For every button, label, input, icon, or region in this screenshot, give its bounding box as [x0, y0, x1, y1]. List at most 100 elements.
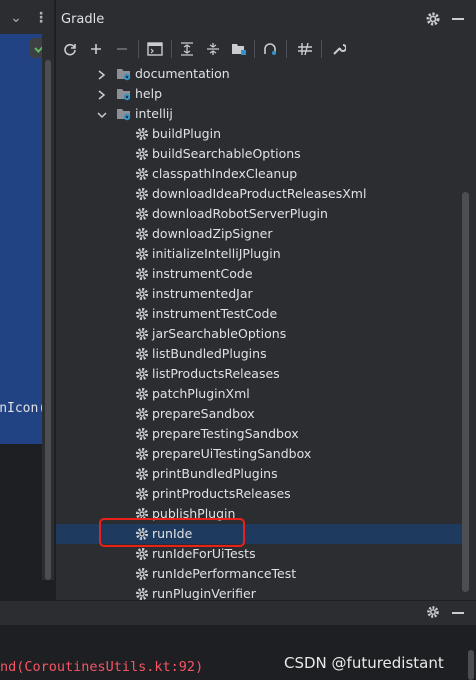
- tree-task-listProductsReleases[interactable]: listProductsReleases: [56, 364, 462, 384]
- gear-icon: [134, 126, 150, 142]
- tree-task-downloadZipSigner[interactable]: downloadZipSigner: [56, 224, 462, 244]
- tree-task-label: buildPlugin: [152, 126, 222, 141]
- tree-task-label: runPluginVerifier: [152, 586, 256, 600]
- tree-task-label: jarSearchableOptions: [152, 326, 287, 341]
- gear-icon: [134, 266, 150, 282]
- gear-icon: [134, 486, 150, 502]
- tree-task-prepareSandbox[interactable]: prepareSandbox: [56, 404, 462, 424]
- tree-task-buildSearchableOptions[interactable]: buildSearchableOptions: [56, 144, 462, 164]
- tree-task-label: downloadZipSigner: [152, 226, 273, 241]
- gear-icon: [134, 466, 150, 482]
- gear-icon: [134, 246, 150, 262]
- analyze-dependencies-icon[interactable]: [259, 38, 281, 60]
- tree-group-label: documentation: [135, 66, 230, 81]
- tree-task-printBundledPlugins[interactable]: printBundledPlugins: [56, 464, 462, 484]
- tree-task-buildPlugin[interactable]: buildPlugin: [56, 124, 462, 144]
- add-icon[interactable]: [85, 38, 107, 60]
- tree-task-printProductsReleases[interactable]: printProductsReleases: [56, 484, 462, 504]
- tree-task-label: prepareUiTestingSandbox: [152, 446, 312, 461]
- tree-task-label: instrumentCode: [152, 266, 253, 281]
- tree-task-classpathIndexCleanup[interactable]: classpathIndexCleanup: [56, 164, 462, 184]
- gear-icon: [134, 426, 150, 442]
- gear-icon: [134, 406, 150, 422]
- tree-group-intellij[interactable]: intellij: [56, 104, 462, 124]
- more-options-icon[interactable]: ⋮: [34, 8, 48, 28]
- gear-icon: [134, 286, 150, 302]
- tree-task-label: prepareTestingSandbox: [152, 426, 299, 441]
- group-modules-icon[interactable]: [228, 38, 250, 60]
- tree-task-downloadIdeaProductReleasesXml[interactable]: downloadIdeaProductReleasesXml: [56, 184, 462, 204]
- gear-icon[interactable]: [424, 10, 442, 28]
- gear-icon: [134, 566, 150, 582]
- gear-icon: [134, 186, 150, 202]
- tree-group-help[interactable]: help: [56, 84, 462, 104]
- remove-icon[interactable]: [111, 38, 133, 60]
- chevron-down-icon[interactable]: [96, 107, 108, 121]
- tree-task-jarSearchableOptions[interactable]: jarSearchableOptions: [56, 324, 462, 344]
- gear-icon: [134, 326, 150, 342]
- tree-task-label: listBundledPlugins: [152, 346, 267, 361]
- tree-task-runPluginVerifier[interactable]: runPluginVerifier: [56, 584, 462, 600]
- tree-task-label: printBundledPlugins: [152, 466, 278, 481]
- tree-task-runIdePerformanceTest[interactable]: runIdePerformanceTest: [56, 564, 462, 584]
- chevron-right-icon[interactable]: [96, 67, 108, 81]
- tree-task-label: downloadRobotServerPlugin: [152, 206, 328, 221]
- gear-icon: [134, 446, 150, 462]
- tree-task-label: classpathIndexCleanup: [152, 166, 298, 181]
- tree-task-label: initializeIntelliJPlugin: [152, 246, 281, 261]
- tree-task-label: downloadIdeaProductReleasesXml: [152, 186, 367, 201]
- collapse-all-icon[interactable]: [202, 38, 224, 60]
- tree-group-label: help: [135, 86, 163, 101]
- execute-task-icon[interactable]: [144, 38, 166, 60]
- console-scrollbar-thumb[interactable]: [468, 650, 474, 680]
- tree-task-label: runIdePerformanceTest: [152, 566, 297, 581]
- tree-task-prepareUiTestingSandbox[interactable]: prepareUiTestingSandbox: [56, 444, 462, 464]
- bottom-tool-window-header: [0, 600, 476, 625]
- tree-task-label: instrumentedJar: [152, 286, 253, 301]
- tree-task-runIdeForUiTests[interactable]: runIdeForUiTests: [56, 544, 462, 564]
- minimize-icon[interactable]: [452, 612, 464, 614]
- editor-scrollbar-thumb[interactable]: [45, 60, 51, 580]
- tree-task-patchPluginXml[interactable]: patchPluginXml: [56, 384, 462, 404]
- gradle-folder-icon: [116, 86, 132, 102]
- gear-icon: [134, 586, 150, 600]
- refresh-icon[interactable]: [59, 38, 81, 60]
- tree-group-documentation[interactable]: documentation: [56, 64, 462, 84]
- tree-task-instrumentedJar[interactable]: instrumentedJar: [56, 284, 462, 304]
- gradle-panel-header: [56, 0, 476, 38]
- tree-scrollbar-thumb[interactable]: [462, 192, 469, 592]
- chevron-down-icon[interactable]: ⌄: [6, 10, 26, 26]
- wrench-icon[interactable]: [328, 38, 350, 60]
- console-area: [0, 625, 476, 655]
- toggle-skip-tests-icon[interactable]: [294, 38, 316, 60]
- gear-icon: [134, 146, 150, 162]
- expand-all-icon[interactable]: [176, 38, 198, 60]
- tree-task-listBundledPlugins[interactable]: listBundledPlugins: [56, 344, 462, 364]
- gear-icon: [134, 166, 150, 182]
- gradle-folder-icon: [116, 66, 132, 82]
- tree-task-prepareTestingSandbox[interactable]: prepareTestingSandbox: [56, 424, 462, 444]
- minimize-icon[interactable]: [452, 18, 464, 20]
- tree-task-initializeIntelliJPlugin[interactable]: initializeIntelliJPlugin: [56, 244, 462, 264]
- error-stack-text[interactable]: nd(CoroutinesUtils.kt:92): [0, 659, 203, 675]
- tree-task-label: printProductsReleases: [152, 486, 291, 501]
- gear-icon: [134, 346, 150, 362]
- tree-task-instrumentTestCode[interactable]: instrumentTestCode: [56, 304, 462, 324]
- gear-icon: [134, 306, 150, 322]
- tree-task-downloadRobotServerPlugin[interactable]: downloadRobotServerPlugin: [56, 204, 462, 224]
- gradle-folder-icon: [116, 106, 132, 122]
- tree-task-instrumentCode[interactable]: instrumentCode: [56, 264, 462, 284]
- tree-task-label: patchPluginXml: [152, 386, 250, 401]
- tree-task-label: instrumentTestCode: [152, 306, 278, 321]
- chevron-right-icon[interactable]: [96, 87, 108, 101]
- tree-task-label: runIdeForUiTests: [152, 546, 256, 561]
- tree-group-label: intellij: [135, 106, 173, 121]
- gear-icon: [134, 546, 150, 562]
- gear-icon: [134, 206, 150, 222]
- gear-icon[interactable]: [425, 604, 441, 620]
- gradle-toolbar: [56, 38, 476, 60]
- gear-icon: [134, 226, 150, 242]
- gear-icon: [134, 366, 150, 382]
- tree-task-label: listProductsReleases: [152, 366, 280, 381]
- watermark-text: CSDN @futuredistant: [284, 654, 444, 672]
